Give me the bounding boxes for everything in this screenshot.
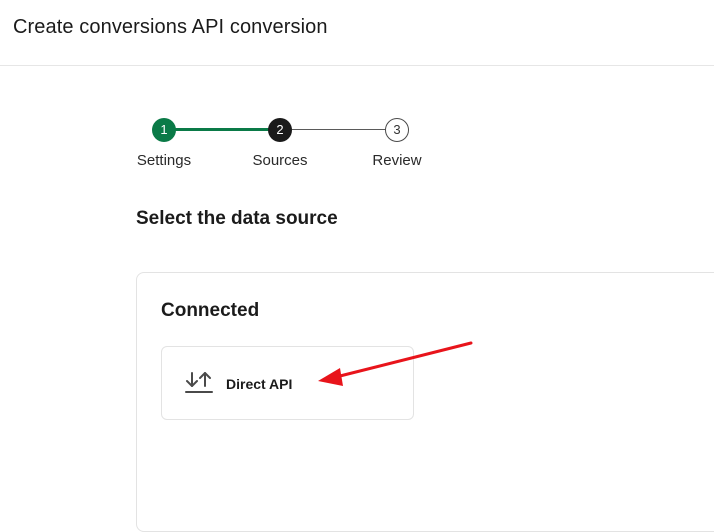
- step-1-label[interactable]: Settings: [119, 152, 209, 169]
- direct-api-label[interactable]: Direct API: [226, 376, 292, 392]
- step-connector-completed: [175, 128, 270, 131]
- progress-stepper: 1 2 3 Settings Sources Review: [0, 0, 714, 180]
- step-3-label: Review: [372, 152, 422, 169]
- step-connector-upcoming: [292, 129, 386, 130]
- upload-download-icon: [185, 372, 213, 393]
- connected-heading: Connected: [161, 300, 260, 321]
- step-2-label[interactable]: Sources: [235, 152, 325, 169]
- step-1-indicator[interactable]: 1: [152, 118, 176, 142]
- section-title: Select the data source: [136, 208, 338, 229]
- step-2-indicator[interactable]: 2: [268, 118, 292, 142]
- step-3-indicator: 3: [385, 118, 409, 142]
